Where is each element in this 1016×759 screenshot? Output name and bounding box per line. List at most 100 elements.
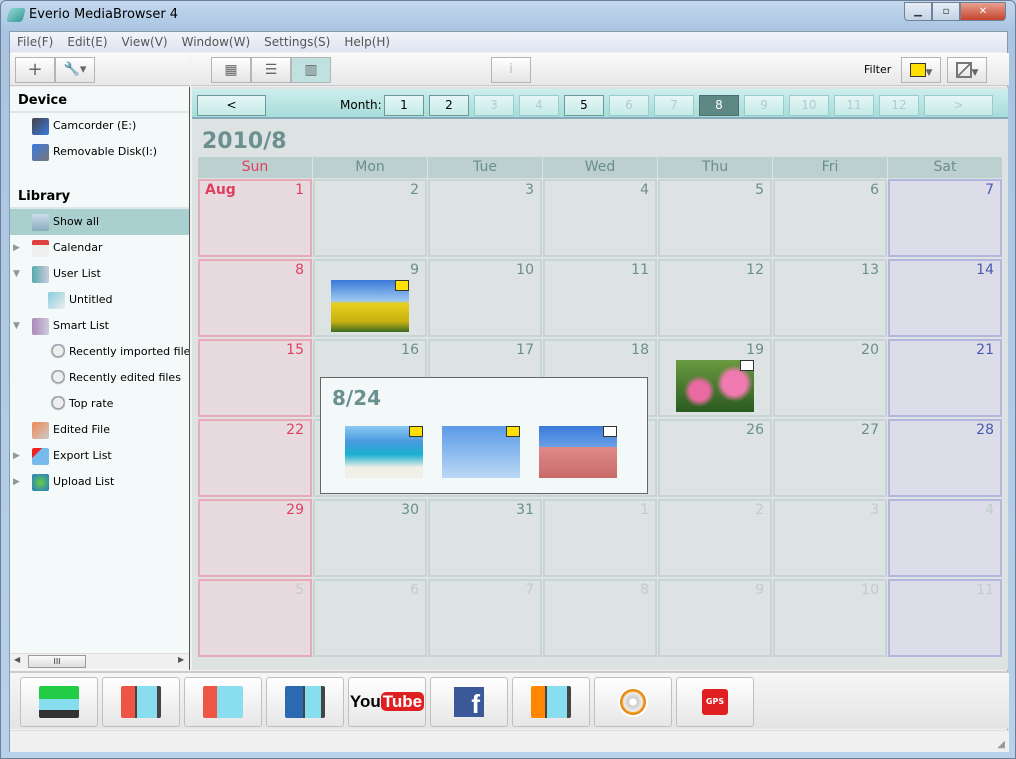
calendar-day-cell[interactable]: 6 — [313, 579, 427, 657]
filter-rating-dropdown[interactable]: ▼ — [947, 57, 987, 83]
month-button-10[interactable]: 10 — [789, 95, 829, 116]
maximize-button[interactable]: ▫ — [932, 2, 960, 21]
library-item-user-list[interactable]: ▼ User List — [10, 261, 189, 287]
menu-item-window[interactable]: Window(W) — [175, 35, 258, 49]
library-item-untitled[interactable]: Untitled — [10, 287, 189, 313]
facebook-button[interactable]: f — [430, 677, 508, 727]
gps-button[interactable]: GPS — [676, 677, 754, 727]
month-button-7[interactable]: 7 — [654, 95, 694, 116]
calendar-day-cell[interactable]: 2 — [313, 179, 427, 257]
calendar-day-cell[interactable]: 8 — [198, 259, 312, 337]
calendar-day-cell[interactable]: 9 — [313, 259, 427, 337]
export-button[interactable] — [512, 677, 590, 727]
web-upload-button[interactable] — [266, 677, 344, 727]
month-button-2[interactable]: 2 — [429, 95, 469, 116]
calendar-day-cell[interactable]: 19 — [658, 339, 772, 417]
calendar-day-cell[interactable]: 2 — [658, 499, 772, 577]
calendar-day-cell[interactable]: 4 — [888, 499, 1002, 577]
menu-item-file[interactable]: File(F) — [10, 35, 60, 49]
tools-button[interactable]: 🔧▾ — [55, 57, 95, 83]
month-button-6[interactable]: 6 — [609, 95, 649, 116]
calendar-day-cell[interactable]: 28 — [888, 419, 1002, 497]
calendar-day-cell[interactable]: 15 — [198, 339, 312, 417]
library-item-upload-list[interactable]: ▶ Upload List — [10, 469, 189, 495]
list-view-button[interactable]: ☰ — [251, 57, 291, 83]
thumbnail-clover-flowers[interactable] — [676, 360, 754, 412]
calendar-day-cell[interactable]: 7 — [888, 179, 1002, 257]
calendar-day-cell[interactable]: 29 — [198, 499, 312, 577]
thumbnail-seagull[interactable] — [442, 426, 520, 478]
close-button[interactable]: ✕ — [960, 2, 1006, 21]
add-button[interactable]: + — [15, 57, 55, 83]
month-button-12[interactable]: 12 — [879, 95, 919, 116]
calendar-day-cell[interactable]: 14 — [888, 259, 1002, 337]
calendar-day-cell[interactable]: 27 — [773, 419, 887, 497]
menu-item-help[interactable]: Help(H) — [337, 35, 397, 49]
calendar-day-cell[interactable]: 11 — [888, 579, 1002, 657]
calendar-day-cell[interactable]: 5 — [198, 579, 312, 657]
thumbnail-view-button[interactable]: ▦ — [211, 57, 251, 83]
thumbnail-pink-hotel-palms[interactable] — [539, 426, 617, 478]
sidebar-horizontal-scrollbar[interactable]: ◀ III ▶ — [10, 653, 189, 669]
edit-video-button[interactable] — [102, 677, 180, 727]
scroll-thumb[interactable]: III — [28, 655, 86, 668]
month-button-11[interactable]: 11 — [834, 95, 874, 116]
library-item-export-list[interactable]: ▶ Export List — [10, 443, 189, 469]
collapse-arrow-icon[interactable]: ▼ — [13, 261, 20, 287]
calendar-day-cell[interactable]: 3 — [428, 179, 542, 257]
calendar-day-cell[interactable]: 10 — [773, 579, 887, 657]
youtube-button[interactable]: You Tube — [348, 677, 426, 727]
minimize-button[interactable]: ▁ — [904, 2, 932, 21]
calendar-day-cell[interactable]: 20 — [773, 339, 887, 417]
calendar-day-cell[interactable]: 22 — [198, 419, 312, 497]
calendar-day-cell[interactable]: 21 — [888, 339, 1002, 417]
calendar-day-cell[interactable]: 12 — [658, 259, 772, 337]
calendar-day-cell[interactable]: 31 — [428, 499, 542, 577]
calendar-day-cell[interactable]: 5 — [658, 179, 772, 257]
month-button-4[interactable]: 4 — [519, 95, 559, 116]
menu-item-view[interactable]: View(V) — [115, 35, 175, 49]
expand-arrow-icon[interactable]: ▶ — [13, 235, 20, 261]
library-item-smart-list[interactable]: ▼ Smart List — [10, 313, 189, 339]
calendar-view-button[interactable]: ▥ — [291, 57, 331, 83]
resize-grip-icon[interactable]: ◢ — [997, 739, 1005, 750]
info-button[interactable]: i — [491, 57, 531, 83]
thumbnail-sea-arch[interactable] — [345, 426, 423, 478]
month-button-3[interactable]: 3 — [474, 95, 514, 116]
month-button-9[interactable]: 9 — [744, 95, 784, 116]
calendar-day-cell[interactable]: Aug 1 — [198, 179, 312, 257]
prev-year-button[interactable]: < — [197, 95, 266, 116]
device-item[interactable]: Camcorder (E:) — [10, 113, 189, 139]
calendar-day-cell[interactable]: 26 — [658, 419, 772, 497]
collapse-arrow-icon[interactable]: ▼ — [13, 313, 20, 339]
calendar-day-cell[interactable]: 10 — [428, 259, 542, 337]
edit-photo-button[interactable] — [184, 677, 262, 727]
calendar-day-cell[interactable]: 3 — [773, 499, 887, 577]
calendar-day-cell[interactable]: 1 — [543, 499, 657, 577]
calendar-day-cell[interactable]: 6 — [773, 179, 887, 257]
library-item-top-rate[interactable]: Top rate — [10, 391, 189, 417]
calendar-day-cell[interactable]: 4 — [543, 179, 657, 257]
library-item-edited-file[interactable]: Edited File — [10, 417, 189, 443]
month-button-5[interactable]: 5 — [564, 95, 604, 116]
calendar-day-cell[interactable]: 8 — [543, 579, 657, 657]
calendar-day-cell[interactable]: 9 — [658, 579, 772, 657]
thumbnail-rapeseed-field[interactable] — [331, 280, 409, 332]
expand-arrow-icon[interactable]: ▶ — [13, 443, 20, 469]
menu-item-edit[interactable]: Edit(E) — [60, 35, 114, 49]
next-year-button[interactable]: > — [924, 95, 993, 116]
library-item-recently-imported-files[interactable]: Recently imported files — [10, 339, 189, 365]
calendar-day-cell[interactable]: 30 — [313, 499, 427, 577]
calendar-day-cell[interactable]: 11 — [543, 259, 657, 337]
month-button-1[interactable]: 1 — [384, 95, 424, 116]
menu-item-settings[interactable]: Settings(S) — [257, 35, 337, 49]
import-button[interactable] — [20, 677, 98, 727]
library-item-calendar[interactable]: ▶ Calendar — [10, 235, 189, 261]
month-button-8[interactable]: 8 — [699, 95, 739, 116]
calendar-day-cell[interactable]: 13 — [773, 259, 887, 337]
library-item-show-all[interactable]: Show all — [10, 209, 189, 235]
library-item-recently-edited-files[interactable]: Recently edited files — [10, 365, 189, 391]
expand-arrow-icon[interactable]: ▶ — [13, 469, 20, 495]
disc-button[interactable] — [594, 677, 672, 727]
device-item[interactable]: Removable Disk(I:) — [10, 139, 189, 165]
